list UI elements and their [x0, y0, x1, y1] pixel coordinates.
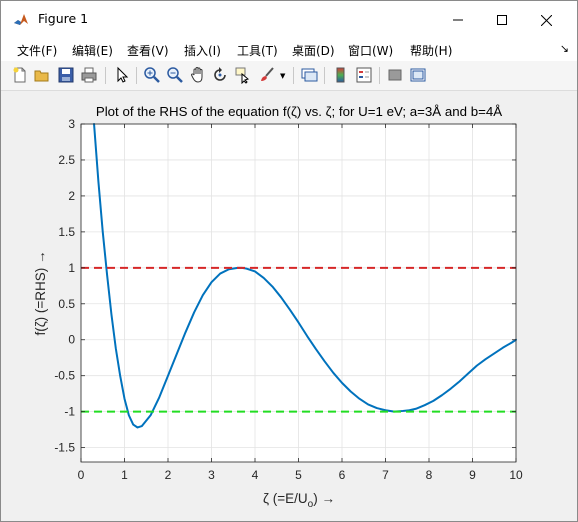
- brush-icon[interactable]: [258, 66, 276, 84]
- window-title: Figure 1: [38, 11, 89, 26]
- menu-view[interactable]: 查看(V): [127, 42, 169, 59]
- figure-canvas: 0 1 2 3 4 5 6 7 8 9 10 -1.5 -1 -0.5 0 0.5 1 1.5 2 2.5 3 Plot…: [10, 92, 568, 513]
- x-tick-label: 10: [509, 468, 523, 482]
- toolbar-separator: [105, 67, 106, 84]
- toolbar-separator: [379, 67, 380, 84]
- y-tick-label: 0.5: [58, 297, 75, 311]
- data-cursor-icon[interactable]: [234, 66, 252, 84]
- y-tick-label: 1: [68, 261, 75, 275]
- x-axis-label: ζ (=E/Uo) →: [263, 491, 335, 510]
- menu-insert[interactable]: 插入(I): [184, 42, 221, 59]
- x-axis-label-main: ζ (=E/U: [263, 491, 308, 506]
- maximize-button[interactable]: [479, 1, 525, 39]
- x-tick-label: 4: [252, 468, 259, 482]
- menu-edit[interactable]: 编辑(E): [72, 42, 113, 59]
- x-axis-label-arrow: ) →: [313, 491, 335, 506]
- x-tick-label: 1: [121, 468, 128, 482]
- zoom-out-icon[interactable]: [166, 66, 184, 84]
- y-tick-label: -1.5: [54, 441, 75, 455]
- matlab-logo-icon: [13, 12, 29, 28]
- select-arrow-icon[interactable]: [113, 66, 131, 84]
- title-bar: Figure 1: [1, 1, 577, 39]
- menu-desktop[interactable]: 桌面(D): [292, 42, 335, 59]
- menu-tools[interactable]: 工具(T): [237, 42, 278, 59]
- y-tick-label: -0.5: [54, 369, 75, 383]
- legend-icon[interactable]: [355, 66, 373, 84]
- minimize-icon: [453, 19, 463, 21]
- x-tick-label: 6: [339, 468, 346, 482]
- menu-window[interactable]: 窗口(W): [348, 42, 393, 59]
- y-tick-label: 3: [68, 117, 75, 131]
- y-tick-label: 2: [68, 189, 75, 203]
- menu-bar: 文件(F) 编辑(E) 查看(V) 插入(I) 工具(T) 桌面(D) 窗口(W…: [1, 39, 577, 61]
- figure-window: Figure 1 文件(F) 编辑(E) 查看(V) 插入(I) 工具(T) 桌…: [0, 0, 578, 522]
- toolbar-separator: [136, 67, 137, 84]
- new-figure-icon[interactable]: [11, 66, 29, 84]
- x-tick-label: 8: [426, 468, 433, 482]
- pan-icon[interactable]: [189, 66, 207, 84]
- x-tick-label: 3: [208, 468, 215, 482]
- print-icon[interactable]: [80, 66, 98, 84]
- link-plot-icon[interactable]: [300, 66, 318, 84]
- menu-file[interactable]: 文件(F): [17, 42, 57, 59]
- toolbar-separator: [293, 67, 294, 84]
- rotate-3d-icon[interactable]: [211, 66, 229, 84]
- close-button[interactable]: [523, 1, 569, 39]
- zoom-in-icon[interactable]: [143, 66, 161, 84]
- y-tick-label: -1: [64, 405, 75, 419]
- x-tick-label: 9: [469, 468, 476, 482]
- y-axis-label: f(ζ) (=RHS) →: [33, 250, 48, 335]
- open-file-icon[interactable]: [33, 66, 51, 84]
- y-tick-label: 0: [68, 333, 75, 347]
- x-tick-label: 5: [295, 468, 302, 482]
- show-plot-tools-icon[interactable]: [409, 66, 427, 84]
- maximize-icon: [497, 15, 507, 25]
- y-tick-label: 1.5: [58, 225, 75, 239]
- dock-arrow-icon[interactable]: ↘: [560, 42, 569, 55]
- y-tick-label: 2.5: [58, 153, 75, 167]
- toolbar-separator: [324, 67, 325, 84]
- minimize-button[interactable]: [435, 1, 481, 39]
- chart-title: Plot of the RHS of the equation f(ζ) vs.…: [96, 104, 502, 119]
- brush-dropdown-icon[interactable]: ▼: [280, 72, 285, 80]
- hide-plot-tools-icon[interactable]: [386, 66, 404, 84]
- colorbar-icon[interactable]: [332, 66, 350, 84]
- menu-help[interactable]: 帮助(H): [410, 42, 452, 59]
- save-icon[interactable]: [57, 66, 75, 84]
- x-tick-label: 2: [165, 468, 172, 482]
- figure-toolbar: ▼: [1, 61, 577, 91]
- x-tick-label: 7: [382, 468, 389, 482]
- close-icon: [540, 14, 552, 26]
- plot-svg: 0 1 2 3 4 5 6 7 8 9 10 -1.5 -1 -0.5 0 0.5 1 1.5 2 2.5 3 Plot…: [33, 104, 523, 510]
- x-tick-label: 0: [78, 468, 85, 482]
